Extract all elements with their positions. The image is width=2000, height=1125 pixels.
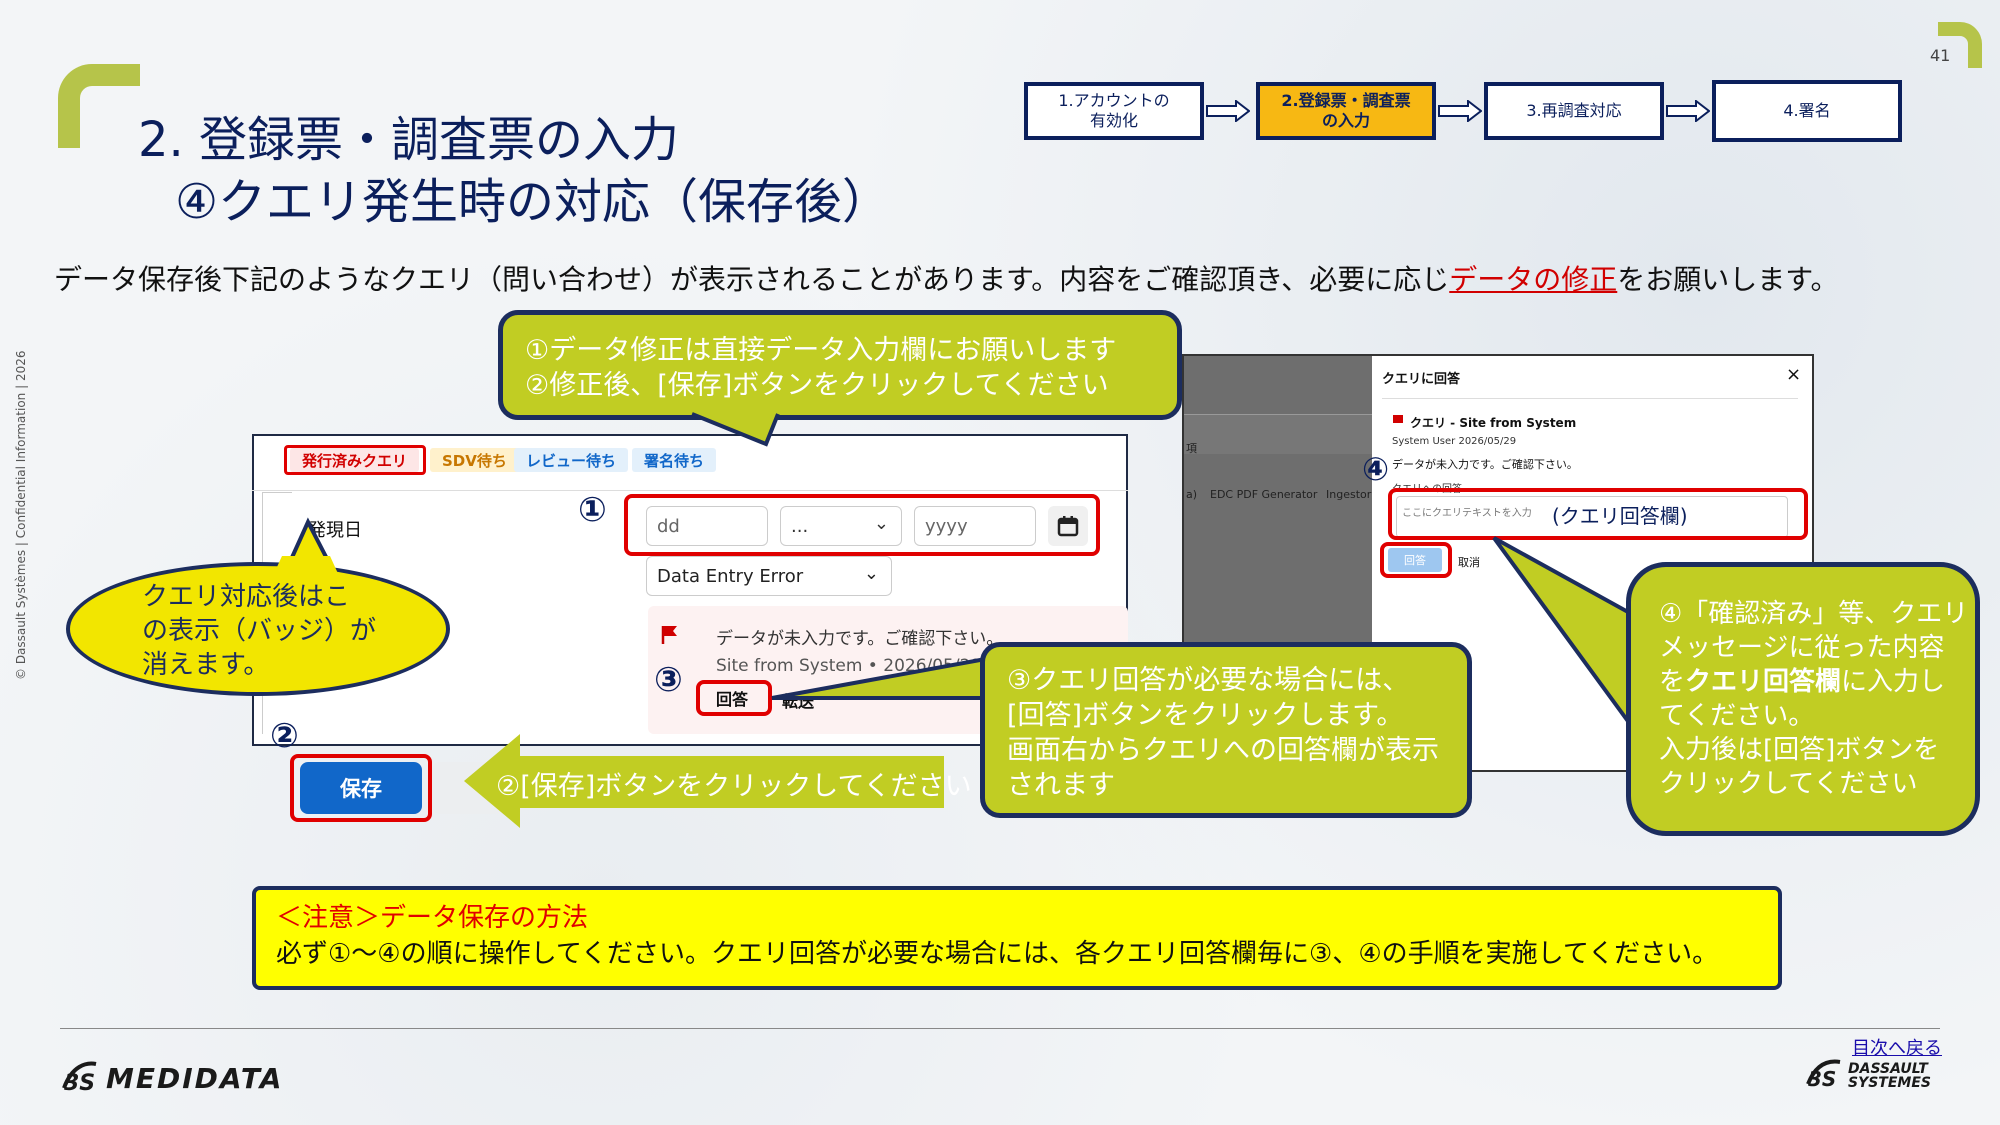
highlight-box-badge [284,445,426,475]
flag-icon [661,626,677,644]
callout4-line3a: を [1659,667,1686,697]
step-2-line1: 2.登録票・調査票 [1281,91,1411,110]
reply-callout-line3: 画面右からクエリへの回答欄が表示 [1007,735,1439,766]
query-message: データが未入力です。ご確認下さい。 [716,629,1004,649]
note-body: 必ず①～④の順に操作してください。クエリ回答が必要な場合には、各クエリ回答欄毎に… [276,939,1719,969]
panel-date: 2026/05/29 [1458,436,1517,447]
svg-text:3S: 3S [64,1071,95,1094]
corner-bracket-left [58,64,140,148]
panel-query-title: クエリ - Site from System [1410,416,1577,430]
highlight-box-save [290,754,432,822]
callout4-line4: てください。 [1659,701,1815,731]
ds-logo-icon: 3S [1806,1059,1841,1091]
callout4-line3: をクエリ回答欄に入力し [1659,665,1975,699]
highlight-box-reply [696,680,772,716]
dassault-line1: DASSAULT [1848,1061,1928,1077]
step-1-line2: 有効化 [1089,111,1138,130]
step-3: 3.再調査対応 [1484,82,1664,140]
panel-divider [1382,398,1798,399]
badge-sdv[interactable]: SDV待ち [430,448,519,472]
highlight-box-reply-input [1388,488,1808,540]
intro-after: をお願いします。 [1617,263,1839,296]
note-box: ＜注意＞データ保存の方法 必ず①～④の順に操作してください。クエリ回答が必要な場… [252,886,1782,990]
badge-callout: クエリ対応後はこ の表示（バッジ）が 消えます。 [66,562,450,696]
medidata-logo: 3S MEDIDATA [60,1058,281,1098]
panel-title: クエリに回答 [1382,372,1461,387]
panel-query-user: System User 2026/05/29 [1392,436,1516,447]
step-1-line1: 1.アカウントの [1058,91,1170,110]
panel-cancel-button[interactable]: 取消 [1458,554,1480,570]
reply-callout-line2: [回答]ボタンをクリックします。 [1007,700,1404,731]
save-callout-text: ②[保存]ボタンをクリックしてください [496,771,972,802]
bg-text-1: 項 [1186,442,1197,455]
svg-text:3S: 3S [1808,1067,1836,1090]
callout4-line6: クリックしてください [1659,769,1918,799]
reply-input-callout: ④「確認済み」等、クエリ メッセージに従った内容 をクエリ回答欄に入力し てくだ… [1626,562,1980,836]
error-type-select[interactable]: Data Entry Error ⌄ [646,556,892,596]
step-2-line2: の入力 [1321,111,1370,130]
bg-text-3: EDC PDF Generator [1210,488,1318,501]
intro-highlight: データの修正 [1449,263,1618,296]
highlight-box-panel-reply [1380,542,1452,578]
ds-logo-icon: 3S [62,1061,97,1096]
step-1: 1.アカウントの 有効化 [1024,82,1204,140]
panel-query-message: データが未入力です。ご確認下さい。 [1392,458,1578,471]
step-number-1: ① [578,490,607,530]
callout4-line1: ④「確認済み」等、クエリ [1659,599,1969,629]
badge-review[interactable]: レビュー待ち [514,448,629,472]
intro-text: データ保存後下記のようなクエリ（問い合わせ）が表示されることがあります。内容をご… [54,258,1838,298]
instruction-pointer [691,412,780,447]
callout4-line3b: クエリ回答欄 [1685,667,1842,697]
step-number-4: ④ [1362,450,1390,488]
callout-pointer-fill [272,556,340,578]
back-to-toc-link[interactable]: 目次へ戻る [1852,1034,1942,1060]
page-subtitle: ④クエリ発生時の対応（保存後） [175,174,891,230]
dassault-wordmark: DASSAULT SYSTEMES [1848,1062,1931,1090]
callout4-line2: メッセージに従った内容 [1659,633,1945,663]
form-divider [252,490,1128,491]
instruction-line2: ②修正後、[保存]ボタンをクリックしてください [525,370,1109,401]
note-title: ＜注意＞データ保存の方法 [276,903,589,933]
flag-icon [1393,415,1403,423]
callout3-pointer [771,653,1009,700]
step-4: 4.署名 [1712,80,1902,142]
bg-text-2: a) [1186,488,1198,501]
dassault-line2: SYSTEMES [1848,1075,1931,1091]
panel-user: System User [1392,436,1456,447]
badge-sign[interactable]: 署名待ち [632,448,717,472]
callout4-line3c: に入力し [1841,667,1946,697]
step-3-line1: 3.再調査対応 [1526,101,1622,120]
instruction-callout: ①データ修正は直接データ入力欄にお願いします ②修正後、[保存]ボタンをクリック… [498,310,1182,420]
arrow-right-icon [1206,100,1250,122]
step-2: 2.登録票・調査票 の入力 [1256,82,1436,140]
step-4-line1: 4.署名 [1783,101,1831,120]
callout4-line5: 入力後は[回答]ボタンを [1659,735,1940,765]
page-title: 2. 登録票・調査票の入力 [138,112,680,168]
page-number: 41 [1930,46,1951,65]
step-number-3: ③ [654,660,683,700]
footer-divider [60,1028,1940,1029]
highlight-box-date [624,494,1100,556]
bg-text-4: Ingestor [1326,488,1372,501]
close-icon[interactable]: × [1786,364,1801,385]
badge-callout-line2: の表示（バッジ）が [142,616,377,646]
reply-callout-line4: されます [1007,770,1115,801]
badge-callout-line1: クエリ対応後はこ [142,582,351,612]
step-number-2: ② [270,716,299,756]
reply-callout: ③クエリ回答が必要な場合には、 [回答]ボタンをクリックします。 画面右からクエ… [980,642,1472,818]
reply-callout-line1: ③クエリ回答が必要な場合には、 [1007,665,1410,696]
arrow-right-icon [1666,100,1710,122]
intro-before: データ保存後下記のようなクエリ（問い合わせ）が表示されることがあります。内容をご… [54,263,1450,296]
medidata-wordmark: MEDIDATA [106,1062,284,1095]
arrow-right-icon [1438,100,1482,122]
overlay-row [1184,414,1372,454]
dassault-logo: 3S DASSAULT SYSTEMES [1806,1056,1931,1094]
confidential-note: © Dassault Systèmes | Confidential Infor… [14,350,28,680]
instruction-line1: ①データ修正は直接データ入力欄にお願いします [525,335,1117,366]
badge-callout-line3: 消えます。 [142,650,270,680]
chevron-down-icon: ⌄ [863,563,879,584]
error-type-value: Data Entry Error [657,565,804,587]
